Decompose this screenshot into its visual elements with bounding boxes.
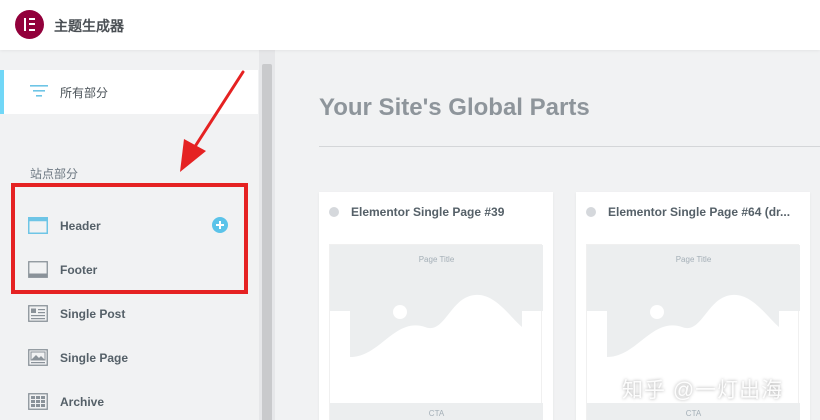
divider (319, 146, 820, 147)
sidebar-item-single-page[interactable]: Single Page (28, 343, 248, 373)
card-title: Elementor Single Page #39 (351, 205, 505, 219)
card-title: Elementor Single Page #64 (dr... (608, 205, 791, 219)
page-title: Your Site's Global Parts (319, 94, 590, 121)
template-preview[interactable]: Page Title CTA (329, 244, 543, 420)
sidebar-item-archive[interactable]: Archive (28, 387, 248, 417)
image-placeholder-icon (607, 277, 779, 357)
single-page-icon (28, 349, 48, 366)
highlight-box (11, 183, 248, 294)
template-card[interactable]: Elementor Single Page #39 Page Title CTA (319, 192, 553, 420)
sidebar-item-single-post[interactable]: Single Post (28, 299, 248, 329)
sidebar-item-all-parts[interactable]: 所有部分 (0, 70, 258, 114)
preview-cta: CTA (428, 409, 445, 418)
elementor-logo-icon[interactable] (15, 10, 44, 39)
filter-icon (30, 85, 48, 97)
image-placeholder-icon (350, 277, 522, 357)
preview-cta: CTA (685, 409, 702, 418)
main-content: Your Site's Global Parts Elementor Singl… (276, 50, 820, 420)
top-bar: 主题生成器 (0, 0, 820, 50)
preview-page-title: Page Title (418, 255, 455, 264)
preview-page-title: Page Title (675, 255, 712, 264)
sidebar-item-label: Single Post (60, 307, 126, 321)
watermark: 知乎 @一灯出海 (622, 379, 784, 402)
status-dot (329, 207, 339, 217)
archive-icon (28, 393, 48, 410)
scrollbar-thumb[interactable] (262, 64, 272, 420)
single-post-icon (28, 305, 48, 322)
section-title: 站点部分 (30, 167, 79, 181)
sidebar-item-label: Single Page (60, 351, 129, 365)
sidebar-item-label: Archive (60, 395, 105, 409)
status-dot (586, 207, 596, 217)
sidebar-scrollbar[interactable] (259, 50, 275, 420)
app-title: 主题生成器 (54, 18, 124, 34)
sidebar-item-label: 所有部分 (60, 86, 109, 100)
